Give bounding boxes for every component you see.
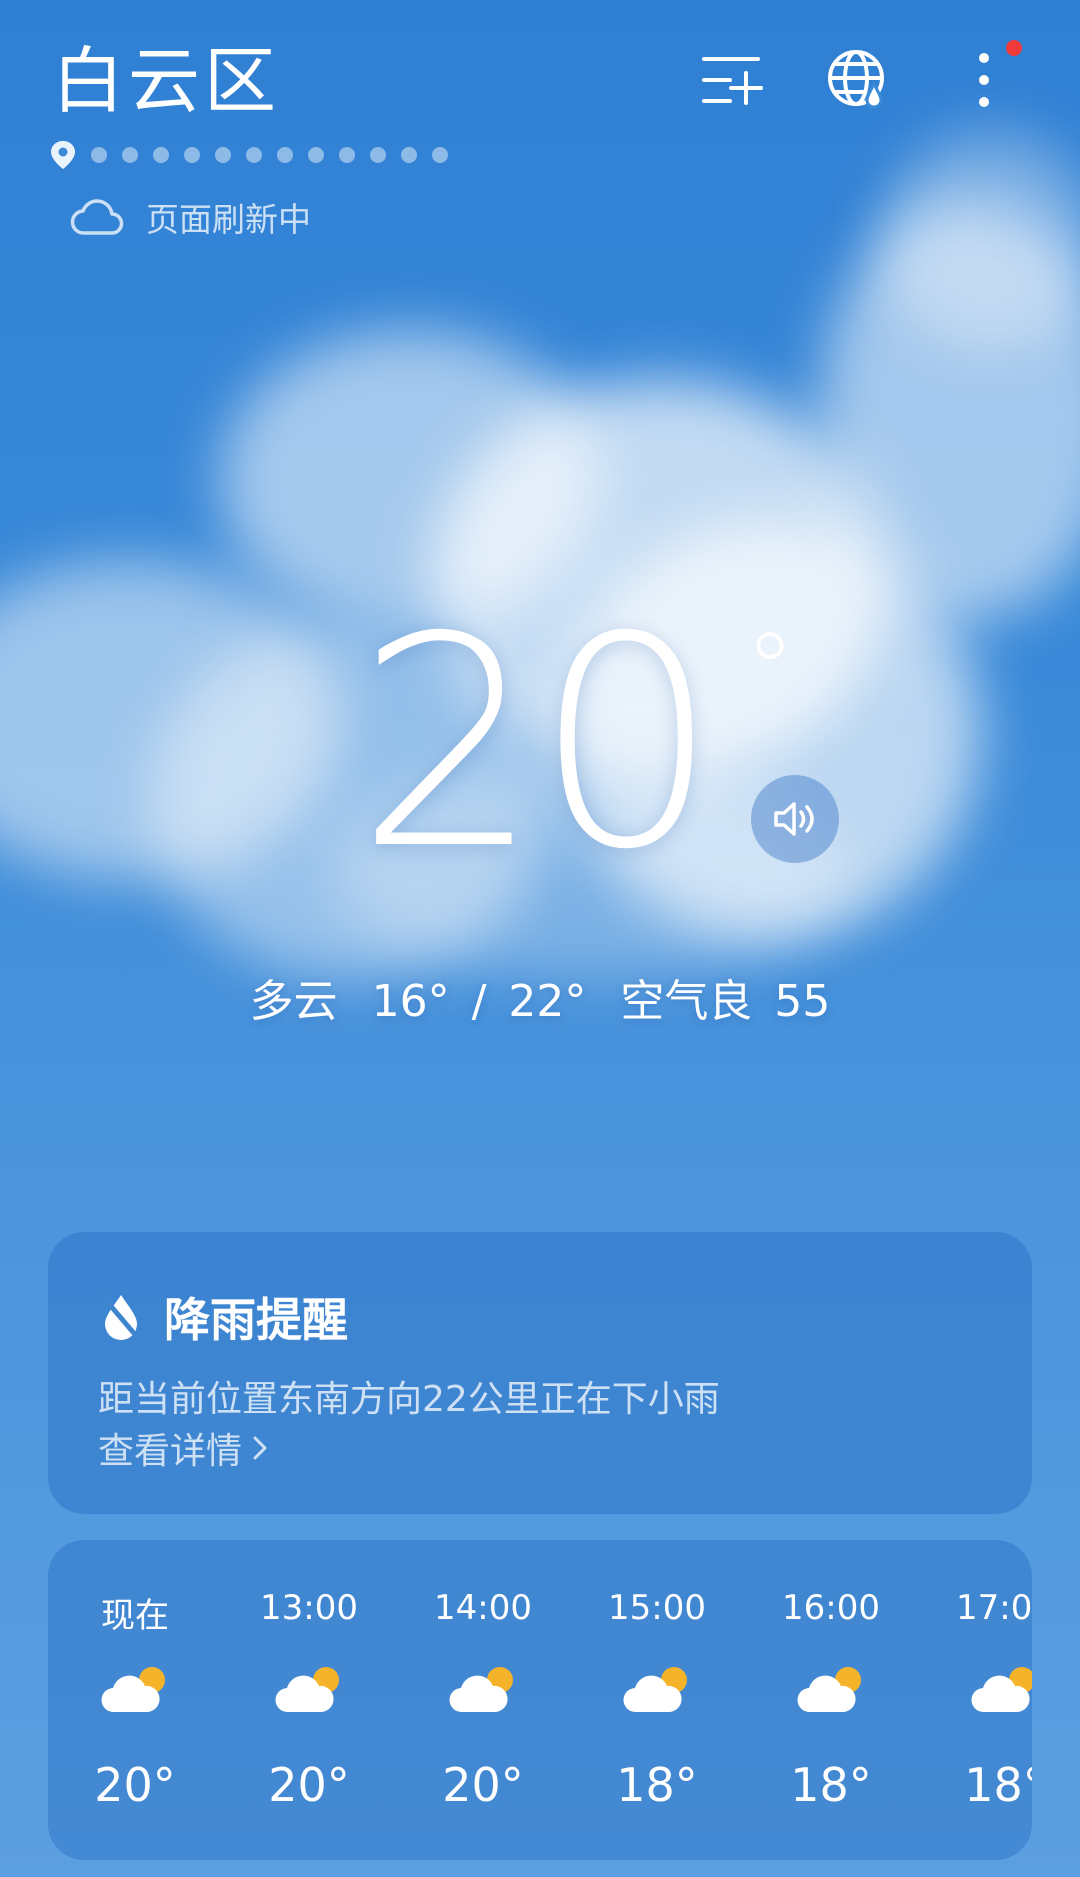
globe-weather-icon bbox=[828, 50, 884, 109]
hourly-time: 16:00 bbox=[782, 1588, 880, 1628]
city-name[interactable]: 白云区 bbox=[52, 36, 280, 126]
partly-cloudy-icon bbox=[98, 1662, 172, 1718]
hourly-item[interactable]: 15:00 18° bbox=[570, 1540, 744, 1860]
hourly-item[interactable]: 17:00 18° bbox=[918, 1540, 1032, 1860]
partly-cloudy-icon bbox=[794, 1662, 868, 1718]
page-dot bbox=[184, 147, 200, 163]
condition-text: 多云 bbox=[249, 976, 338, 1027]
page-dot bbox=[215, 147, 231, 163]
location-pin-icon bbox=[51, 141, 75, 169]
more-vertical-icon bbox=[979, 53, 989, 107]
hourly-time: 15:00 bbox=[608, 1588, 706, 1628]
partly-cloudy-icon bbox=[620, 1662, 694, 1718]
air-quality[interactable]: 空气良 55 bbox=[620, 976, 830, 1027]
hourly-forecast-row[interactable]: 现在 20° 13:00 20° 14:00 20° 15:00 18° 16:00 18° 17:… bbox=[48, 1540, 1032, 1860]
page-dot bbox=[432, 147, 448, 163]
hourly-item[interactable]: 14:00 20° bbox=[396, 1540, 570, 1860]
hourly-temperature: 18° bbox=[790, 1758, 872, 1812]
speaker-icon bbox=[774, 802, 814, 836]
list-add-icon bbox=[702, 57, 763, 105]
hourly-temperature: 20° bbox=[94, 1758, 176, 1812]
rain-alert-title: 降雨提醒 bbox=[164, 1293, 348, 1347]
weather-map-button[interactable] bbox=[818, 40, 898, 120]
rain-details-link[interactable]: 查看详情 bbox=[98, 1422, 268, 1474]
page-dot bbox=[246, 147, 262, 163]
add-city-button[interactable] bbox=[692, 40, 772, 120]
rain-alert-card[interactable]: 降雨提醒 距当前位置东南方向22公里正在下小雨 查看详情 bbox=[48, 1232, 1032, 1514]
page-dot bbox=[122, 147, 138, 163]
hourly-time: 13:00 bbox=[260, 1588, 358, 1628]
rain-alert-header: 降雨提醒 bbox=[98, 1284, 348, 1350]
voice-broadcast-button[interactable] bbox=[751, 775, 839, 863]
hourly-time: 17:00 bbox=[956, 1588, 1032, 1628]
current-temperature: 20 bbox=[356, 576, 719, 913]
top-bar: 白云区 bbox=[0, 0, 1080, 169]
hourly-temperature: 18° bbox=[964, 1758, 1032, 1812]
hourly-temperature: 20° bbox=[442, 1758, 524, 1812]
rain-off-icon bbox=[101, 1295, 141, 1341]
hourly-temperature: 20° bbox=[268, 1758, 350, 1812]
page-dot bbox=[370, 147, 386, 163]
page-dot bbox=[91, 147, 107, 163]
rain-details-label: 查看详情 bbox=[98, 1431, 243, 1472]
hourly-item[interactable]: 16:00 18° bbox=[744, 1540, 918, 1860]
page-dot bbox=[339, 147, 355, 163]
partly-cloudy-icon bbox=[446, 1662, 520, 1718]
hourly-temperature: 18° bbox=[616, 1758, 698, 1812]
page-dot bbox=[401, 147, 417, 163]
chevron-right-icon bbox=[253, 1436, 267, 1460]
hourly-item[interactable]: 13:00 20° bbox=[222, 1540, 396, 1860]
rain-alert-description: 距当前位置东南方向22公里正在下小雨 bbox=[98, 1379, 720, 1420]
weather-screen: 白云区 页面刷新中 20 ° 多云 16° / 22° 空气良 55 降雨提醒 … bbox=[0, 0, 1080, 1877]
city-page-indicator bbox=[50, 140, 448, 170]
hourly-time: 现在 bbox=[101, 1596, 169, 1636]
page-dot bbox=[277, 147, 293, 163]
page-dot bbox=[153, 147, 169, 163]
degree-symbol: ° bbox=[745, 611, 795, 728]
notification-dot bbox=[1006, 40, 1022, 56]
temperature-range: 16° / 22° bbox=[371, 976, 587, 1027]
weather-summary: 多云 16° / 22° 空气良 55 bbox=[0, 965, 1080, 1029]
page-dot bbox=[308, 147, 324, 163]
hourly-item[interactable]: 现在 20° bbox=[48, 1540, 222, 1860]
refresh-text: 页面刷新中 bbox=[146, 200, 311, 239]
cloud-outline-icon bbox=[70, 199, 124, 235]
partly-cloudy-icon bbox=[272, 1662, 346, 1718]
hourly-time: 14:00 bbox=[434, 1588, 532, 1628]
hourly-forecast-card[interactable]: 现在 20° 13:00 20° 14:00 20° 15:00 18° 16:00 18° 17:… bbox=[48, 1540, 1032, 1860]
refresh-status: 页面刷新中 bbox=[70, 193, 311, 241]
partly-cloudy-icon bbox=[968, 1662, 1032, 1718]
